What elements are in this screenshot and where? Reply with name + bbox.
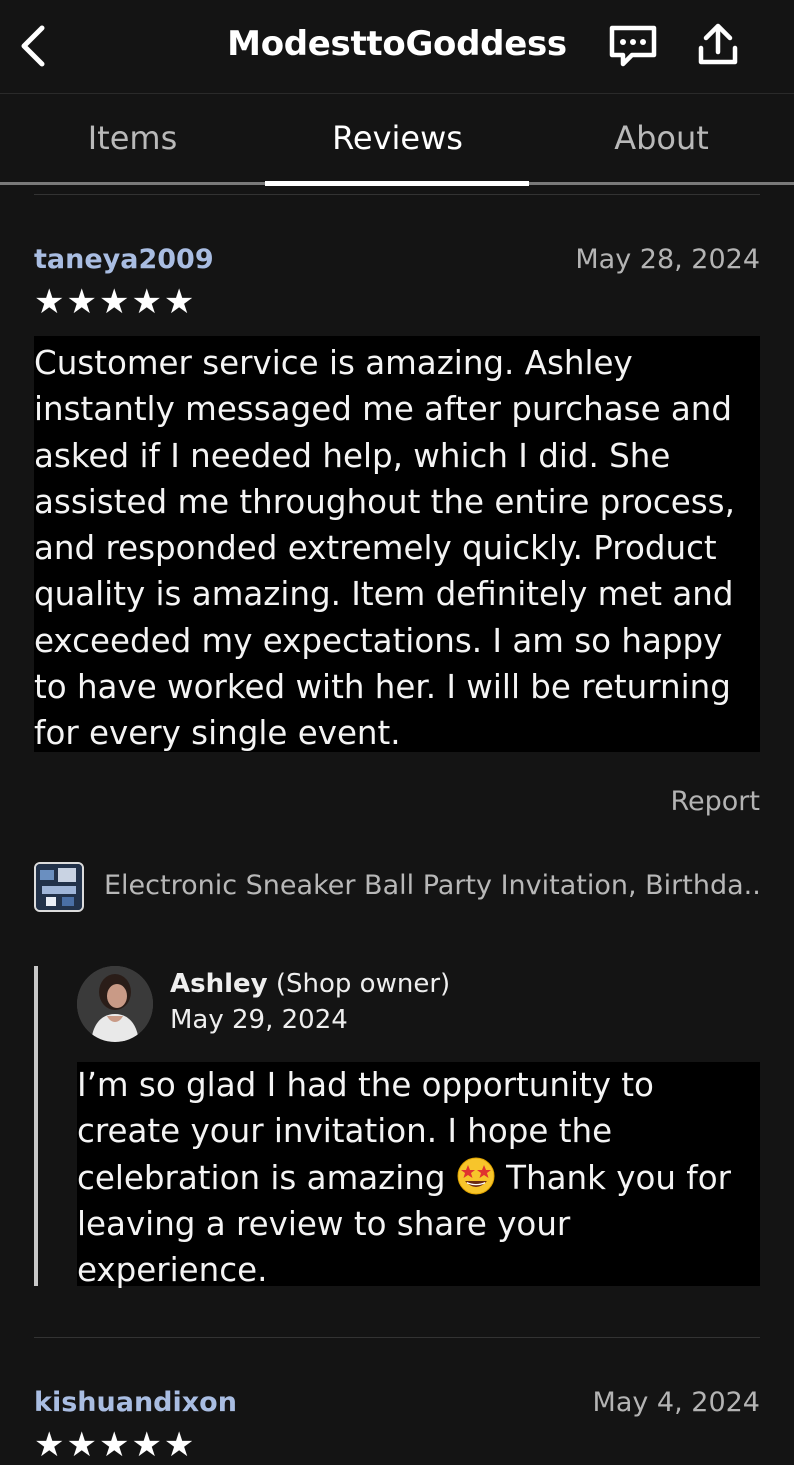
review-date: May 4, 2024 <box>592 1387 760 1418</box>
tab-about[interactable]: About <box>529 94 794 182</box>
tab-items[interactable]: Items <box>0 94 265 182</box>
product-title[interactable]: Electronic Sneaker Ball Party Invitation… <box>104 870 760 901</box>
chevron-left-icon <box>21 25 45 67</box>
share-icon <box>698 23 738 65</box>
tab-reviews[interactable]: Reviews <box>265 94 530 182</box>
owner-role: (Shop owner) <box>275 969 451 999</box>
top-bar: ModesttoGoddess <box>0 0 794 94</box>
message-button[interactable] <box>606 22 660 70</box>
report-link[interactable]: Report <box>670 786 760 817</box>
shop-title: ModesttoGoddess <box>227 24 567 64</box>
star-rating: ★★★★★ <box>34 1425 197 1465</box>
product-thumbnail <box>34 862 84 912</box>
reviewer-name[interactable]: kishuandixon <box>34 1387 237 1418</box>
owner-name[interactable]: Ashley <box>170 969 268 999</box>
divider <box>34 1337 760 1338</box>
message-icon <box>609 25 657 67</box>
star-struck-emoji-icon <box>457 1157 495 1195</box>
share-button[interactable] <box>692 20 744 72</box>
tab-bar: Items Reviews About <box>0 94 794 186</box>
reviewer-name[interactable]: taneya2009 <box>34 244 214 275</box>
back-button[interactable] <box>14 20 54 72</box>
reply-indent-bar <box>34 966 38 1286</box>
reviewed-product[interactable]: Electronic Sneaker Ball Party Invitation… <box>34 862 760 916</box>
reply-date: May 29, 2024 <box>170 1005 348 1035</box>
review-text: Customer service is amazing. Ashley inst… <box>34 336 760 752</box>
avatar <box>77 966 153 1042</box>
shop-title-wrap: ModesttoGoddess <box>0 24 794 64</box>
active-tab-indicator <box>265 181 529 186</box>
reply-author: Ashley (Shop owner) <box>170 969 450 999</box>
star-rating: ★★★★★ <box>34 282 197 322</box>
reply-text: I’m so glad I had the opportunity to cre… <box>77 1062 760 1289</box>
divider <box>34 194 760 195</box>
review-date: May 28, 2024 <box>575 244 760 275</box>
